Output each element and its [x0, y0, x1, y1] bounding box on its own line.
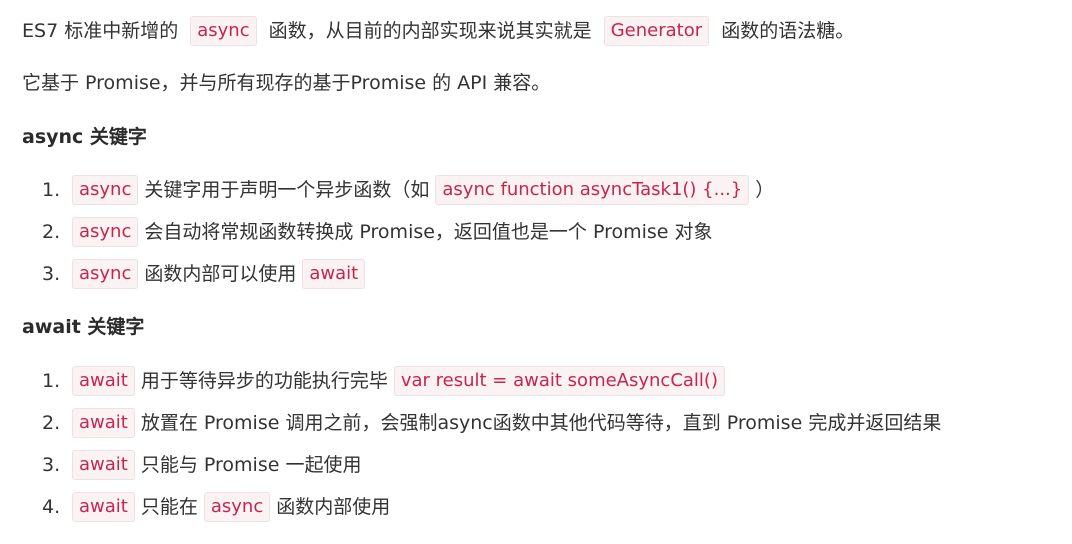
intro-text-middle: 函数，从目前的内部实现来说其实就是 [268, 20, 592, 42]
async-list-item-1: 1. async 关键字用于声明一个异步函数（如 async function asy… [42, 175, 774, 205]
inline-code-await: await [72, 408, 135, 438]
await-section-heading: await 关键字 [22, 316, 145, 338]
await-list-item-2: 2. await 放置在 Promise 调用之前，会强制async函数中其他代码等… [42, 408, 941, 438]
intro-paragraph-1: ES7 标准中新增的 async 函数，从目前的内部实现来说其实就是 Gener… [22, 16, 854, 46]
list-number: 2. [42, 412, 61, 434]
inline-code-example: var result = await someAsyncCall() [393, 366, 725, 396]
list-item-text: 会自动将常规函数转换成 Promise，返回值也是一个 Promise 对象 [144, 221, 713, 243]
list-number: 4. [42, 496, 61, 518]
intro-text-before: ES7 标准中新增的 [22, 20, 179, 42]
inline-code-await: await [72, 450, 135, 480]
inline-code-async: async [72, 175, 139, 205]
inline-code-async: async [72, 217, 139, 247]
inline-code-example: async function asyncTask1() {...} [435, 175, 750, 205]
list-number: 3. [42, 263, 61, 285]
async-list-item-2: 2. async 会自动将常规函数转换成 Promise，返回值也是一个 Promi… [42, 217, 713, 247]
inline-code-await: await [72, 492, 135, 522]
list-item-after: 函数内部使用 [276, 496, 391, 518]
list-number: 1. [42, 370, 61, 392]
list-number: 2. [42, 221, 61, 243]
list-number: 3. [42, 454, 61, 476]
list-item-text: 用于等待异步的功能执行完毕 [140, 370, 388, 392]
await-list-item-3: 3. await 只能与 Promise 一起使用 [42, 450, 361, 480]
async-list-item-3: 3. async 函数内部可以使用 await [42, 259, 371, 289]
await-list-item-4: 4. await 只能在 async 函数内部使用 [42, 492, 390, 522]
list-item-text: 放置在 Promise 调用之前，会强制async函数中其他代码等待，直到 Pr… [140, 412, 942, 434]
async-section-heading: async 关键字 [22, 126, 147, 148]
inline-code-generator: Generator [603, 16, 710, 46]
document-page: ES7 标准中新增的 async 函数，从目前的内部实现来说其实就是 Gener… [0, 0, 1072, 544]
list-number: 1. [42, 179, 61, 201]
inline-code-async: async [190, 16, 257, 46]
intro-text-after: 函数的语法糖。 [721, 20, 855, 42]
list-item-after: ） [755, 179, 775, 201]
list-item-text: 只能与 Promise 一起使用 [140, 454, 362, 476]
list-item-text: 函数内部可以使用 [144, 263, 297, 285]
list-item-text: 只能在 [140, 496, 198, 518]
inline-code-async: async [203, 492, 271, 522]
list-item-text: 关键字用于声明一个异步函数（如 [144, 179, 430, 201]
inline-code-await: await [302, 259, 366, 289]
await-list-item-1: 1. await 用于等待异步的功能执行完毕 var result = await s… [42, 366, 731, 396]
inline-code-await: await [72, 366, 135, 396]
intro-paragraph-2: 它基于 Promise，并与所有现存的基于Promise 的 API 兼容。 [22, 72, 551, 94]
inline-code-async: async [72, 259, 139, 289]
